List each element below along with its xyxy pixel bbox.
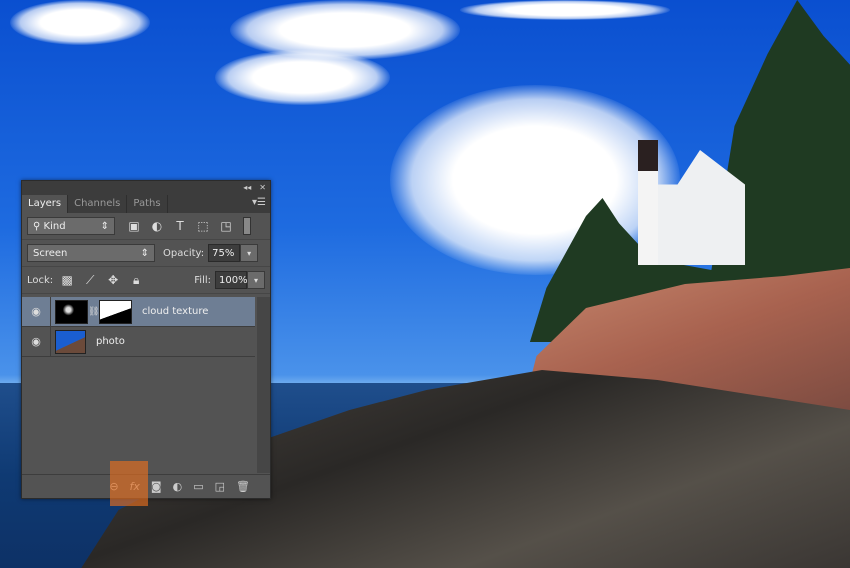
lock-all-icon[interactable]: 🔒︎ [127,273,145,288]
opacity-label: Opacity: [163,247,205,259]
fill-dropdown[interactable]: ▾ [247,271,265,289]
adjustment-icon[interactable]: ◐ [173,480,183,493]
blend-row: Screen ⇕ Opacity: 75% ▾ [22,240,270,267]
opacity-dropdown[interactable]: ▾ [240,244,259,262]
cloud [215,50,390,105]
cloud [460,0,670,20]
cloud [10,0,150,45]
lighthouse [638,140,658,265]
layers-panel: ◂◂ ✕ Layers Channels Paths ▾☰ ⚲ Kind ⇕ ▣ … [21,180,271,506]
panel-titlebar[interactable]: ◂◂ ✕ [22,181,270,194]
opacity-input[interactable]: 75% [208,244,241,262]
mask-link-icon[interactable]: ⛓ [88,307,99,317]
layer-name[interactable]: cloud texture [142,306,208,317]
visibility-eye-icon[interactable]: ◉ [22,297,51,326]
layers-scrollbar[interactable] [257,297,270,473]
visibility-eye-icon[interactable]: ◉ [22,327,51,356]
cloud [230,0,460,60]
layer-thumbnail[interactable] [55,329,86,354]
layer-mask-thumbnail[interactable] [99,299,132,324]
new-layer-icon[interactable]: ◲ [215,480,225,493]
adjustment-filter-icon[interactable]: ◐ [148,219,166,233]
layers-list: ◉ ⛓ cloud texture ◉ photo [22,297,255,473]
lock-transparent-icon[interactable]: ▩ [58,273,76,287]
filter-toggle[interactable] [243,217,251,235]
updown-icon: ⇕ [100,220,109,232]
trash-icon[interactable]: 🗑︎ [236,480,250,493]
smart-object-filter-icon[interactable]: ◳ [217,219,235,233]
lock-pixels-brush-icon[interactable]: ⟋ [81,273,99,288]
lock-position-move-icon[interactable]: ✥ [104,273,122,287]
collapse-icon[interactable]: ◂◂ [243,183,251,192]
filter-kind-select[interactable]: ⚲ Kind ⇕ [27,217,115,235]
layer-cloud-texture[interactable]: ◉ ⛓ cloud texture [22,297,255,327]
updown-icon: ⇕ [140,247,149,259]
tab-paths[interactable]: Paths [127,195,168,213]
blend-mode-value: Screen [33,247,68,259]
tab-channels[interactable]: Channels [68,195,128,213]
filter-kind-value: Kind [43,220,66,232]
fill-label: Fill: [194,274,211,286]
fill-input[interactable]: 100% [215,271,248,289]
add-mask-highlight [110,461,148,506]
close-icon[interactable]: ✕ [259,183,266,192]
panel-menu-icon[interactable]: ▾☰ [252,197,266,208]
search-icon: ⚲ [33,220,44,232]
folder-icon[interactable]: ▭ [193,480,203,493]
blend-mode-select[interactable]: Screen ⇕ [27,244,155,262]
layer-name[interactable]: photo [96,336,125,347]
tab-layers[interactable]: Layers [22,195,69,213]
layer-photo[interactable]: ◉ photo [22,327,255,357]
pixel-filter-icon[interactable]: ▣ [125,219,143,233]
lock-label: Lock: [27,274,54,286]
lock-row: Lock: ▩ ⟋ ✥ 🔒︎ Fill: 100% ▾ [22,267,270,294]
filter-row: ⚲ Kind ⇕ ▣ ◐ T ⬚ ◳ [22,213,270,240]
type-filter-icon[interactable]: T [171,219,189,233]
panel-tabs: Layers Channels Paths ▾☰ [22,194,270,213]
add-mask-icon[interactable]: ◙ [151,480,162,493]
layer-thumbnail[interactable] [55,299,88,324]
shape-filter-icon[interactable]: ⬚ [194,219,212,233]
